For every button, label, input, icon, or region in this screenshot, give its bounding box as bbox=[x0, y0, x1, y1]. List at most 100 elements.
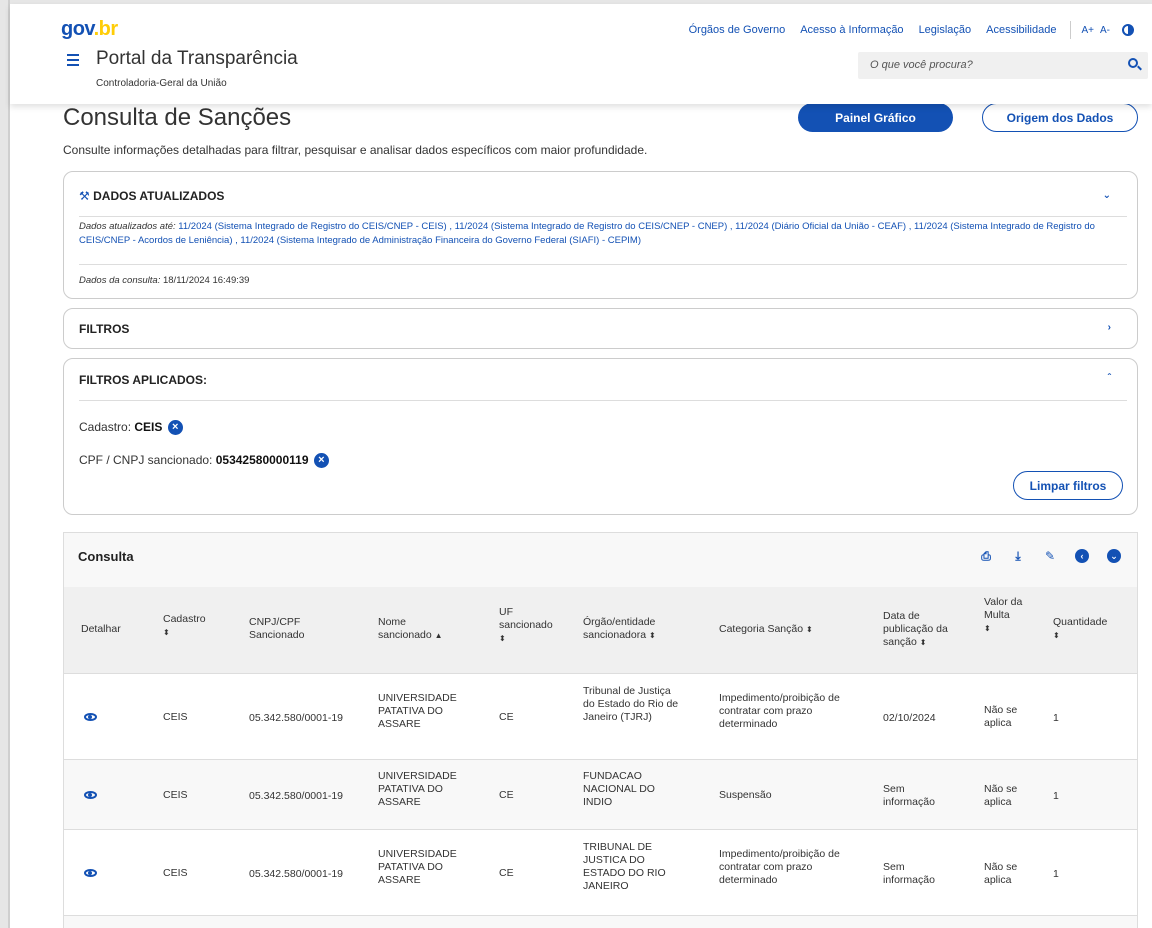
sort-icon[interactable]: ⬍ bbox=[163, 628, 170, 637]
cell-cnpj: 05.342.580/0001-19 bbox=[249, 712, 344, 724]
col-data[interactable]: Data de publicação da sanção ⬍ bbox=[883, 610, 955, 649]
divider bbox=[79, 400, 1127, 401]
origem-dados-button[interactable]: Origem dos Dados bbox=[982, 103, 1138, 132]
col-cadastro-label: Cadastro bbox=[163, 613, 206, 625]
painel-grafico-button[interactable]: Painel Gráfico bbox=[798, 103, 953, 132]
filters-heading: FILTROS bbox=[79, 322, 130, 336]
eye-icon[interactable] bbox=[84, 791, 97, 799]
nav-orgaos[interactable]: Órgãos de Governo bbox=[689, 24, 786, 36]
col-uf-label: UF sancionado bbox=[499, 606, 553, 631]
logo-gov-text: gov bbox=[61, 18, 94, 40]
page-title: Consulta de Sanções bbox=[63, 104, 292, 131]
chevron-right-icon[interactable]: › bbox=[1108, 322, 1111, 333]
sort-icon[interactable]: ⬍ bbox=[499, 634, 506, 643]
cell-orgao: FUNDACAO NACIONAL DO INDIO bbox=[583, 770, 655, 808]
portal-subtitle: Controladoria-Geral da União bbox=[96, 78, 227, 89]
table-header: Detalhar Cadastro ⬍ CNPJ/CPF Sancionado N… bbox=[64, 587, 1137, 673]
search-input[interactable]: O que você procura? bbox=[858, 52, 1148, 79]
sort-icon[interactable]: ⬍ bbox=[1053, 631, 1060, 640]
updated-data-heading: DADOS ATUALIZADOS bbox=[93, 189, 225, 203]
cell-cnpj: 05.342.580/0001-19 bbox=[249, 868, 344, 880]
contrast-icon[interactable] bbox=[1122, 24, 1134, 36]
updated-data-header[interactable]: ⚒ DADOS ATUALIZADOS bbox=[79, 189, 224, 203]
col-nome[interactable]: Nome sancionado ▲ bbox=[378, 616, 458, 642]
col-cnpj[interactable]: CNPJ/CPF Sancionado bbox=[249, 616, 339, 642]
cell-cnpj: 05.342.580/0001-19 bbox=[249, 790, 344, 802]
sort-icon[interactable]: ⬍ bbox=[984, 624, 991, 633]
nav-divider bbox=[1070, 21, 1072, 39]
site-header: gov.br Órgãos de Governo Acesso à Inform… bbox=[10, 4, 1152, 104]
cell-valor: Não se aplica bbox=[984, 783, 1018, 808]
cell-data: Sem informação bbox=[883, 783, 935, 808]
updated-data-text: Dados atualizados até: 11/2024 (Sistema … bbox=[79, 220, 1129, 248]
applied-filters-card: FILTROS APLICADOS: ˆ Cadastro: CEIS × CP… bbox=[63, 358, 1138, 515]
cell-cadastro: CEIS bbox=[163, 711, 188, 723]
search-icon[interactable] bbox=[1128, 58, 1138, 68]
print-icon[interactable]: ⎙ bbox=[979, 549, 993, 563]
applied-filters-heading[interactable]: FILTROS APLICADOS: bbox=[79, 373, 207, 387]
nav-legislacao[interactable]: Legislação bbox=[919, 24, 972, 36]
filters-card[interactable]: FILTROS › bbox=[63, 308, 1138, 349]
col-categoria[interactable]: Categoria Sanção ⬍ bbox=[719, 623, 839, 636]
chevron-left-icon[interactable]: ‹ bbox=[1075, 549, 1089, 563]
cell-data: 02/10/2024 bbox=[883, 712, 936, 724]
cell-valor: Não se aplica bbox=[984, 704, 1018, 729]
govbr-logo[interactable]: gov.br bbox=[61, 18, 118, 41]
cell-nome: UNIVERSIDADE PATATIVA DO ASSARE bbox=[378, 692, 457, 730]
cell-nome: UNIVERSIDADE PATATIVA DO ASSARE bbox=[378, 770, 457, 808]
nav-acessibilidade[interactable]: Acessibilidade bbox=[986, 24, 1056, 36]
col-valor[interactable]: Valor da Multa ⬍ bbox=[984, 596, 1026, 635]
col-valor-label: Valor da Multa bbox=[984, 596, 1023, 621]
sort-icon[interactable]: ⬍ bbox=[806, 625, 813, 634]
cell-categoria: Suspensão bbox=[719, 789, 772, 801]
eye-icon[interactable] bbox=[84, 869, 97, 877]
updated-sources: 11/2024 (Sistema Integrado de Registro d… bbox=[79, 221, 1095, 246]
filter-cadastro-value: CEIS bbox=[134, 420, 163, 434]
cell-categoria: Impedimento/proibição de contratar com p… bbox=[719, 692, 840, 730]
font-decrease-button[interactable]: A- bbox=[1100, 25, 1110, 36]
col-detalhar: Detalhar bbox=[81, 623, 121, 635]
filter-cpf-label: CPF / CNPJ sancionado: bbox=[79, 453, 216, 467]
nav-acesso[interactable]: Acesso à Informação bbox=[800, 24, 903, 36]
cell-cadastro: CEIS bbox=[163, 789, 188, 801]
cell-quantidade: 1 bbox=[1053, 868, 1059, 880]
sort-icon[interactable]: ⬍ bbox=[649, 631, 656, 640]
filter-cpf: CPF / CNPJ sancionado: 05342580000119 × bbox=[79, 453, 329, 469]
table-row: CEIS 05.342.580/0001-19 UNIVERSIDADE PAT… bbox=[64, 673, 1137, 759]
filter-cadastro: Cadastro: CEIS × bbox=[79, 420, 183, 436]
font-increase-button[interactable]: A+ bbox=[1081, 25, 1094, 36]
eye-icon[interactable] bbox=[84, 713, 97, 721]
cell-orgao: TRIBUNAL DE JUSTICA DO ESTADO DO RIO JAN… bbox=[583, 841, 666, 892]
cell-valor: Não se aplica bbox=[984, 861, 1018, 886]
col-cadastro[interactable]: Cadastro ⬍ bbox=[163, 613, 213, 639]
remove-filter-icon[interactable]: × bbox=[313, 453, 329, 469]
chevron-up-icon[interactable]: ˆ bbox=[1108, 373, 1111, 384]
col-quantidade-label: Quantidade bbox=[1053, 616, 1108, 628]
col-uf[interactable]: UF sancionado ⬍ bbox=[499, 606, 559, 645]
cell-categoria: Impedimento/proibição de contratar com p… bbox=[719, 848, 840, 886]
chevron-down-icon[interactable]: ⌄ bbox=[1107, 549, 1121, 563]
filter-cpf-value: 05342580000119 bbox=[215, 453, 309, 467]
consulta-label: Dados da consulta: bbox=[79, 275, 161, 286]
col-orgao[interactable]: Órgão/entidade sancionadora ⬍ bbox=[583, 616, 683, 642]
sort-icon[interactable]: ⬍ bbox=[920, 638, 927, 647]
divider bbox=[79, 264, 1127, 265]
page-description: Consulte informações detalhadas para fil… bbox=[63, 143, 648, 157]
table-row bbox=[64, 915, 1137, 928]
menu-icon[interactable] bbox=[67, 54, 79, 69]
cell-data: Sem informação bbox=[883, 861, 935, 886]
download-icon[interactable]: ⤓ bbox=[1011, 549, 1025, 563]
cell-nome: UNIVERSIDADE PATATIVA DO ASSARE bbox=[378, 848, 457, 886]
col-quantidade[interactable]: Quantidade ⬍ bbox=[1053, 616, 1123, 642]
page: gov.br Órgãos de Governo Acesso à Inform… bbox=[10, 4, 1152, 928]
col-categoria-label: Categoria Sanção bbox=[719, 623, 804, 635]
sort-asc-icon[interactable]: ▲ bbox=[435, 631, 443, 640]
clear-filters-button[interactable]: Limpar filtros bbox=[1013, 471, 1123, 500]
edit-icon[interactable]: ✎ bbox=[1043, 549, 1057, 563]
chevron-down-icon[interactable]: ⌄ bbox=[1103, 190, 1111, 201]
portal-title[interactable]: Portal da Transparência bbox=[96, 48, 298, 70]
magic-wand-icon: ⚒ bbox=[79, 189, 90, 203]
col-data-label: Data de publicação da sanção bbox=[883, 610, 948, 648]
remove-filter-icon[interactable]: × bbox=[167, 420, 183, 436]
table-row: CEIS 05.342.580/0001-19 UNIVERSIDADE PAT… bbox=[64, 829, 1137, 915]
